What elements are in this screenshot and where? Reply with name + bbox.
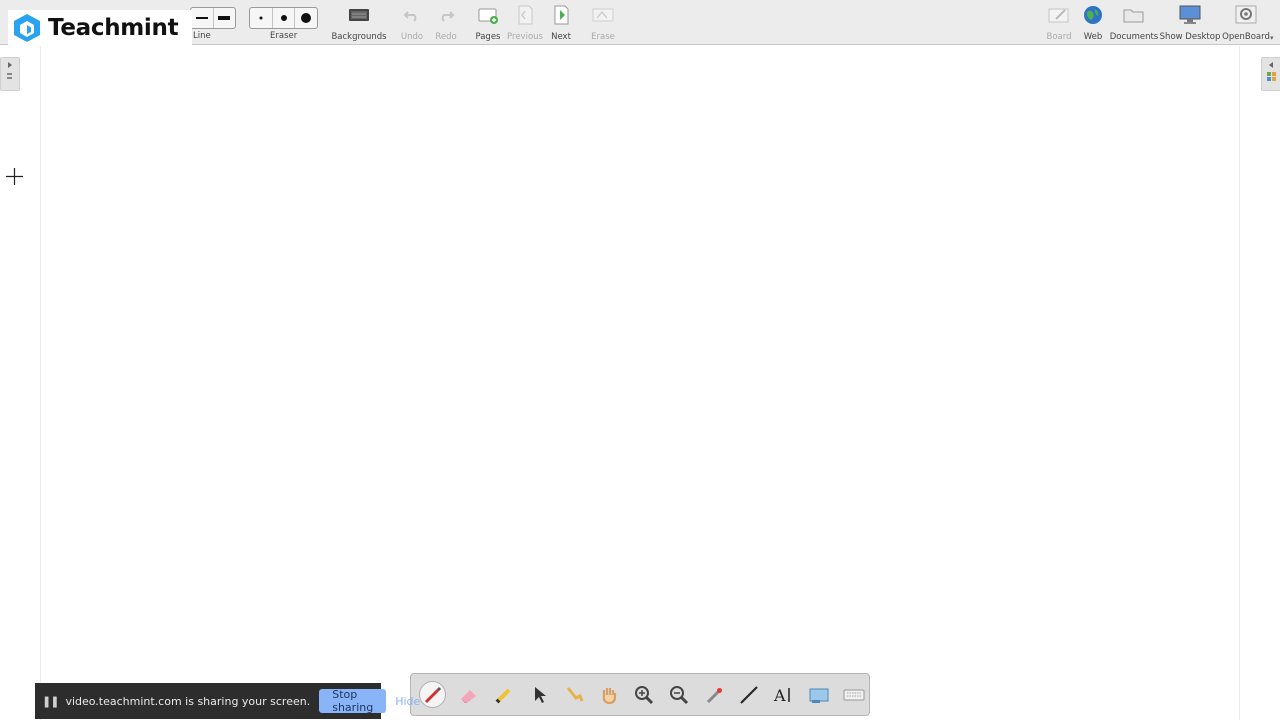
eraser-tool[interactable] (456, 682, 481, 707)
right-library-tab[interactable] (1261, 57, 1280, 91)
share-message: video.teachmint.com is sharing your scre… (65, 694, 311, 708)
stylus-palette: A (410, 673, 870, 716)
expand-right-icon (7, 62, 12, 79)
documents-button[interactable]: Documents (1110, 4, 1158, 44)
teachmint-logo-icon (14, 14, 40, 42)
previous-button[interactable]: Previous (507, 4, 543, 44)
globe-icon (1081, 4, 1105, 26)
interactor-icon (566, 686, 583, 702)
screen-share-notification: ❚❚ video.teachmint.com is sharing your s… (35, 683, 420, 719)
next-page-icon (549, 4, 573, 26)
line-icon (739, 685, 758, 704)
teachmint-logo: Teachmint (8, 10, 192, 46)
backgrounds-icon (347, 4, 371, 26)
web-button[interactable]: Web (1081, 4, 1105, 44)
text-icon: A (773, 686, 790, 705)
redo-button[interactable]: Redo (434, 4, 458, 44)
undo-button[interactable]: Undo (400, 4, 424, 44)
pen-tool[interactable] (419, 681, 446, 708)
erase-button[interactable]: Erase (591, 4, 615, 44)
logo-text: Teachmint (48, 15, 179, 41)
pause-icon: ❚❚ (42, 694, 59, 708)
backgrounds-button[interactable]: Backgrounds (331, 4, 387, 44)
keyboard-icon (843, 689, 864, 700)
line-thick-option[interactable] (214, 8, 236, 28)
virtual-keyboard-tool[interactable] (841, 682, 866, 707)
marker-tool[interactable] (491, 682, 516, 707)
line-label: Line (193, 31, 211, 41)
selector-icon (534, 686, 546, 703)
eraser-size-selector[interactable] (249, 7, 318, 29)
zoom-in-icon (634, 685, 653, 704)
top-toolbar: Line Eraser Backgrounds Undo Redo Pages (0, 0, 1280, 45)
marker-icon (495, 688, 510, 703)
redo-icon (434, 4, 458, 26)
eraser-label: Eraser (270, 31, 298, 41)
whiteboard-canvas[interactable] (40, 46, 1240, 720)
selector-tool[interactable] (526, 682, 551, 707)
board-button[interactable]: Board (1046, 4, 1072, 44)
eraser-large-option[interactable] (295, 8, 317, 28)
openboard-menu-button[interactable]: OpenBoard (1222, 4, 1270, 44)
capture-icon (809, 688, 828, 703)
hand-icon (602, 687, 616, 704)
pages-add-icon (476, 4, 500, 26)
pen-icon (424, 686, 441, 703)
show-desktop-button[interactable]: Show Desktop (1160, 4, 1220, 44)
eraser-small-option[interactable] (250, 8, 273, 28)
zoom-out-tool[interactable] (666, 682, 691, 707)
monitor-icon (1178, 4, 1202, 26)
laser-pointer-tool[interactable] (701, 682, 726, 707)
eraser-icon (460, 689, 476, 703)
eraser-medium-option[interactable] (273, 8, 296, 28)
left-library-tab[interactable] (0, 57, 20, 91)
chevron-down-icon[interactable]: ▾ (1270, 34, 1274, 42)
stop-sharing-button[interactable]: Stop sharing (319, 688, 387, 714)
laser-pointer-icon (706, 687, 722, 703)
folder-icon (1122, 4, 1146, 26)
expand-left-icon (1267, 62, 1276, 81)
undo-icon (400, 4, 424, 26)
line-tool[interactable] (736, 682, 761, 707)
previous-page-icon (513, 4, 537, 26)
next-button[interactable]: Next (549, 4, 573, 44)
pages-button[interactable]: Pages (475, 4, 501, 44)
svg-text:A: A (773, 686, 786, 705)
board-icon (1047, 4, 1071, 26)
erase-board-icon (591, 4, 615, 26)
interactor-tool[interactable] (561, 682, 586, 707)
settings-gear-icon (1234, 4, 1258, 26)
line-thin-option[interactable] (191, 8, 214, 28)
hide-button[interactable]: Hide (395, 695, 420, 708)
text-tool[interactable]: A (771, 682, 796, 707)
capture-tool[interactable] (806, 682, 831, 707)
zoom-out-icon (669, 685, 688, 704)
zoom-in-tool[interactable] (631, 682, 656, 707)
line-width-selector[interactable] (190, 7, 236, 29)
crosshair-cursor-icon (6, 168, 23, 185)
hand-tool[interactable] (596, 682, 621, 707)
